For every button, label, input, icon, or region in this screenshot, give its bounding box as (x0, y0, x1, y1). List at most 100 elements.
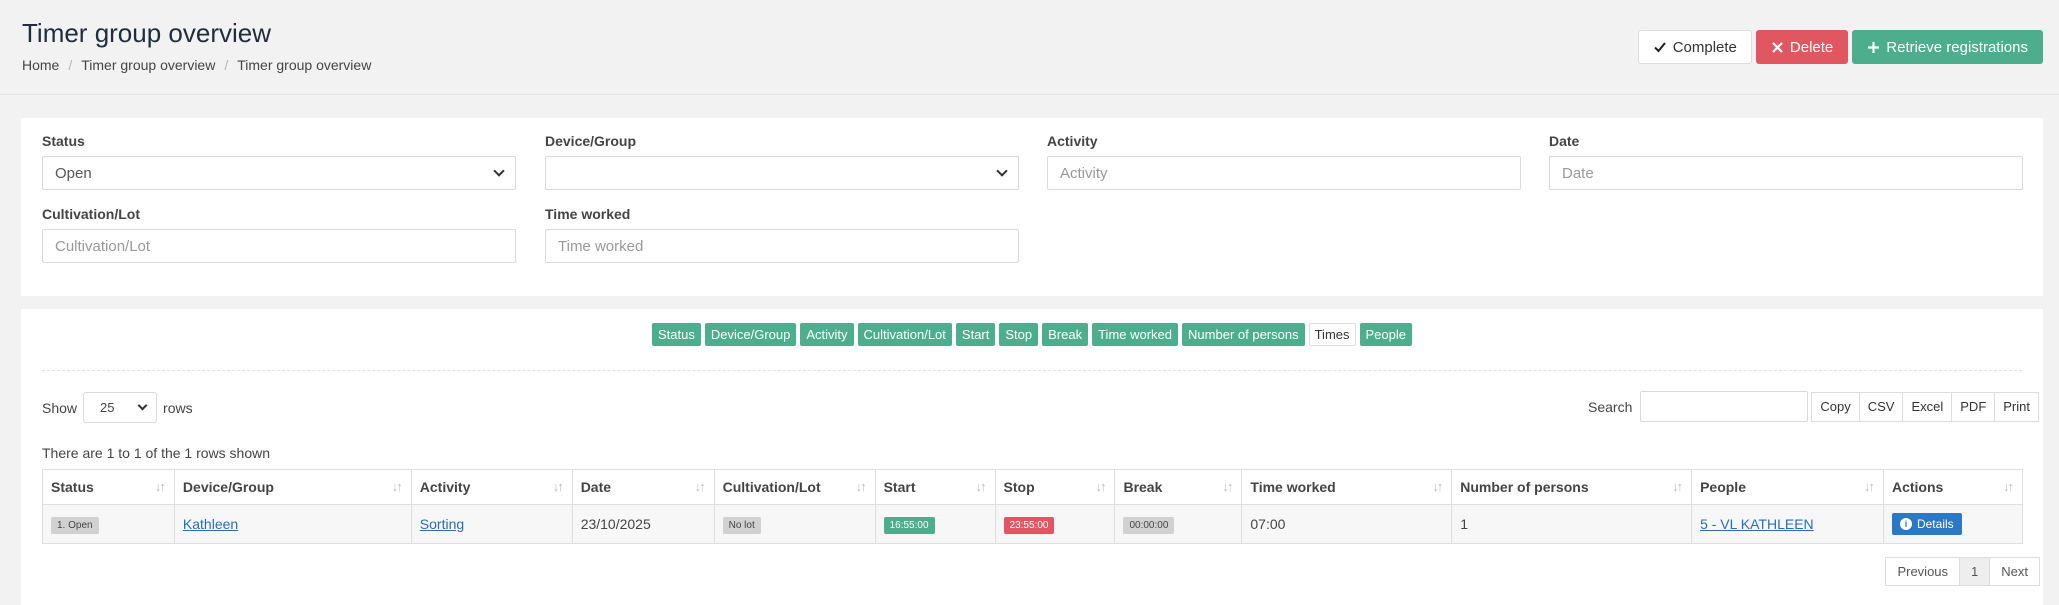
time-worked-input[interactable]: Time worked (545, 229, 1019, 263)
column-header-activity[interactable]: Activity ↓↑ (410, 469, 573, 505)
header-label: Actions (1891, 479, 1944, 495)
column-header-device-group[interactable]: Device/Group ↓↑ (173, 469, 412, 505)
search-control: Search Copy CSV Excel PDF Print (1588, 391, 2039, 422)
timer-group-table: Status ↓↑ Device/Group ↓↑ Activity ↓↑ Date ↓… (42, 469, 2024, 544)
cell-device: Kathleen (173, 504, 412, 544)
complete-button[interactable]: Complete (1637, 30, 1752, 64)
cell-date: 23/10/2025 (571, 504, 715, 544)
activity-input[interactable]: Activity (1047, 156, 1521, 190)
cultivation-filter: Cultivation/Lot Cultivation/Lot (42, 206, 516, 263)
people-link[interactable]: 5 - VL KATHLEEN (1700, 516, 1814, 532)
cell-people: 5 - VL KATHLEEN (1691, 504, 1884, 544)
page-title: Timer group overview (22, 18, 272, 48)
retrieve-registrations-button[interactable]: Retrieve registrations (1852, 30, 2043, 64)
column-visibility-toggles: Status Device/Group Activity Cultivation… (21, 323, 2043, 346)
column-header-time-worked[interactable]: Time worked ↓↑ (1241, 469, 1453, 505)
next-page-button[interactable]: Next (1989, 557, 2040, 586)
column-header-cultivation-lot[interactable]: Cultivation/Lot ↓↑ (713, 469, 876, 505)
sort-icon: ↓↑ (975, 479, 987, 494)
cell-start: 16:55:00 (874, 504, 996, 544)
cell-activity: Sorting (410, 504, 573, 544)
copy-button[interactable]: Copy (1811, 391, 1860, 422)
pagination: Previous 1 Next (1885, 557, 2040, 586)
toggle-stop[interactable]: Stop (999, 323, 1039, 346)
status-filter: Status Open (42, 133, 516, 190)
table-row: 1. Open Kathleen Sorting 23/10/2025 No l… (42, 504, 2024, 544)
time-worked-input-placeholder: Time worked (558, 237, 644, 255)
chevron-down-icon (493, 165, 505, 177)
cell-lot: No lot (713, 504, 876, 544)
device-select[interactable] (545, 156, 1019, 190)
previous-page-button[interactable]: Previous (1885, 557, 1961, 586)
pdf-button[interactable]: PDF (1951, 391, 1996, 422)
toggle-activity[interactable]: Activity (800, 323, 854, 346)
breadcrumb-separator: / (68, 57, 73, 73)
search-label: Search (1588, 398, 1633, 415)
table-info: There are 1 to 1 of the 1 rows shown (42, 445, 271, 461)
header-label: Status (51, 479, 94, 495)
print-button[interactable]: Print (1994, 391, 2039, 422)
activity-input-placeholder: Activity (1060, 164, 1108, 182)
start-time-badge: 16:55:00 (883, 516, 935, 534)
header-label: Activity (419, 479, 471, 495)
stop-time-badge: 23:55:00 (1003, 516, 1055, 534)
status-select[interactable]: Open (42, 156, 516, 190)
toggle-start[interactable]: Start (955, 323, 996, 346)
close-icon (1772, 41, 1783, 53)
csv-button[interactable]: CSV (1858, 391, 1904, 422)
toggle-number-of-persons[interactable]: Number of persons (1182, 323, 1305, 346)
excel-button[interactable]: Excel (1902, 391, 1953, 422)
cell-break: 00:00:00 (1114, 504, 1243, 544)
details-button-label: Details (1916, 517, 1954, 531)
header-label: Number of persons (1460, 479, 1589, 495)
toggle-cultivation-lot[interactable]: Cultivation/Lot (857, 323, 952, 346)
device-filter-label: Device/Group (545, 133, 637, 149)
toggle-break[interactable]: Break (1042, 323, 1089, 346)
table-panel: Status Device/Group Activity Cultivation… (21, 309, 2043, 605)
column-header-stop[interactable]: Stop ↓↑ (994, 469, 1116, 505)
header-label: Device/Group (182, 479, 274, 495)
sort-icon: ↓↑ (391, 479, 403, 494)
date-filter: Date Date (1549, 133, 2023, 190)
toggle-times[interactable]: Times (1308, 323, 1356, 346)
toggle-status[interactable]: Status (652, 323, 701, 346)
search-input[interactable] (1640, 391, 1809, 422)
column-header-start[interactable]: Start ↓↑ (874, 469, 996, 505)
device-link[interactable]: Kathleen (183, 516, 238, 532)
toggle-people[interactable]: People (1359, 323, 1412, 346)
device-filter: Device/Group (545, 133, 1019, 190)
column-header-number-of-persons[interactable]: Number of persons ↓↑ (1451, 469, 1693, 505)
column-header-break[interactable]: Break ↓↑ (1114, 469, 1243, 505)
cultivation-filter-label: Cultivation/Lot (42, 206, 140, 222)
show-label: Show (42, 399, 78, 416)
cell-persons: 1 (1451, 504, 1693, 544)
chevron-down-icon (137, 400, 148, 411)
date-input[interactable]: Date (1549, 156, 2023, 190)
toggle-device-group[interactable]: Device/Group (704, 323, 797, 346)
toggle-time-worked[interactable]: Time worked (1092, 323, 1179, 346)
activity-link[interactable]: Sorting (420, 516, 464, 532)
page-length-select[interactable]: 25 (83, 392, 158, 423)
cell-stop: 23:55:00 (994, 504, 1116, 544)
sort-icon: ↓↑ (1432, 479, 1443, 494)
header-label: Date (580, 479, 612, 495)
column-header-actions[interactable]: Actions ↓↑ (1882, 469, 2024, 505)
time-worked-filter-label: Time worked (545, 206, 631, 222)
column-header-people[interactable]: People ↓↑ (1691, 469, 1884, 505)
cultivation-input[interactable]: Cultivation/Lot (42, 229, 516, 263)
column-header-status[interactable]: Status ↓↑ (42, 469, 175, 505)
delete-button[interactable]: Delete (1755, 30, 1849, 64)
complete-button-label: Complete (1672, 38, 1737, 56)
column-header-date[interactable]: Date ↓↑ (571, 469, 715, 505)
sort-icon: ↓↑ (855, 479, 867, 494)
filter-panel: Status Open Device/Group Activity Activi… (21, 118, 2043, 296)
breadcrumb-home[interactable]: Home (22, 57, 59, 73)
page-1-button[interactable]: 1 (1959, 557, 1991, 586)
details-button[interactable]: i Details (1891, 513, 1962, 535)
breadcrumb-overview[interactable]: Timer group overview (81, 57, 215, 73)
break-time-badge: 00:00:00 (1123, 516, 1175, 534)
activity-filter: Activity Activity (1047, 133, 1521, 190)
breadcrumb-separator: / (224, 57, 229, 73)
status-select-value: Open (55, 164, 92, 182)
cultivation-input-placeholder: Cultivation/Lot (55, 237, 151, 255)
